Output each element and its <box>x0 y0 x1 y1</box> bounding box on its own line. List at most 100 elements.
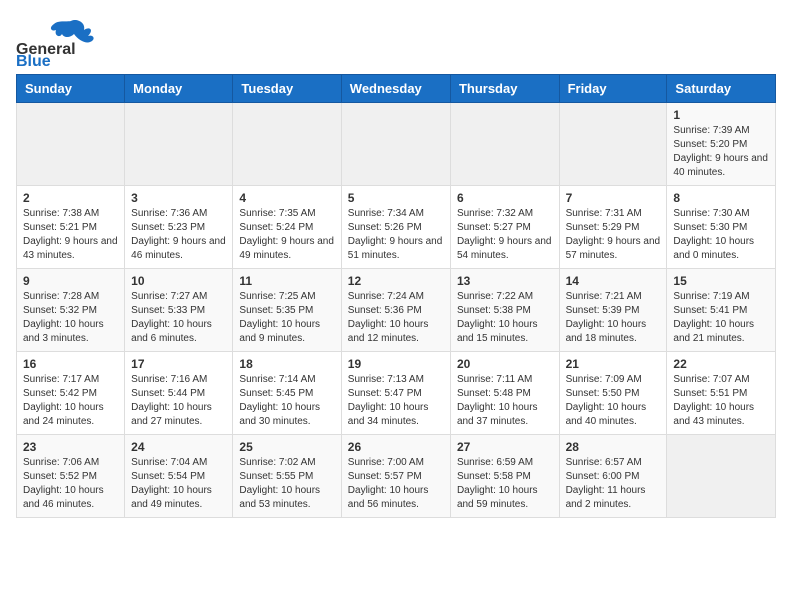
day-info: Sunrise: 7:02 AM Sunset: 5:55 PM Dayligh… <box>239 456 334 512</box>
calendar-day-cell <box>559 103 667 186</box>
day-number: 11 <box>239 274 334 288</box>
calendar-day-cell: 28 Sunrise: 6:57 AM Sunset: 6:00 PM Dayli… <box>559 435 667 518</box>
day-info: Sunrise: 7:27 AM Sunset: 5:33 PM Dayligh… <box>131 290 226 346</box>
day-number: 23 <box>23 440 118 454</box>
day-number: 28 <box>566 440 661 454</box>
calendar-day-cell: 7 Sunrise: 7:31 AM Sunset: 5:29 PM Daylig… <box>559 186 667 269</box>
day-number: 15 <box>673 274 769 288</box>
day-info: Sunrise: 7:06 AM Sunset: 5:52 PM Dayligh… <box>23 456 118 512</box>
day-number: 18 <box>239 357 334 371</box>
calendar-day-cell: 4 Sunrise: 7:35 AM Sunset: 5:24 PM Daylig… <box>233 186 341 269</box>
calendar-week-row: 9 Sunrise: 7:28 AM Sunset: 5:32 PM Daylig… <box>17 269 776 352</box>
logo-icon: GeneralBlue <box>16 16 96 66</box>
calendar-day-cell: 12 Sunrise: 7:24 AM Sunset: 5:36 PM Dayli… <box>341 269 450 352</box>
day-info: Sunrise: 7:38 AM Sunset: 5:21 PM Dayligh… <box>23 207 118 263</box>
day-info: Sunrise: 7:34 AM Sunset: 5:26 PM Dayligh… <box>348 207 444 263</box>
day-info: Sunrise: 7:24 AM Sunset: 5:36 PM Dayligh… <box>348 290 444 346</box>
day-number: 16 <box>23 357 118 371</box>
calendar-day-cell: 21Sunrise: 7:09 AM Sunset: 5:50 PM Dayli… <box>559 352 667 435</box>
calendar-day-cell: 15 Sunrise: 7:19 AM Sunset: 5:41 PM Dayli… <box>667 269 776 352</box>
calendar-day-cell <box>233 103 341 186</box>
weekday-header-thursday: Thursday <box>450 75 559 103</box>
day-number: 1 <box>673 108 769 122</box>
calendar-day-cell: 10 Sunrise: 7:27 AM Sunset: 5:33 PM Dayli… <box>125 269 233 352</box>
day-number: 13 <box>457 274 553 288</box>
calendar-day-cell: 5 Sunrise: 7:34 AM Sunset: 5:26 PM Daylig… <box>341 186 450 269</box>
weekday-header-sunday: Sunday <box>17 75 125 103</box>
calendar-day-cell: 14 Sunrise: 7:21 AM Sunset: 5:39 PM Dayli… <box>559 269 667 352</box>
day-number: 8 <box>673 191 769 205</box>
calendar-day-cell: 22Sunrise: 7:07 AM Sunset: 5:51 PM Dayli… <box>667 352 776 435</box>
day-info: Sunrise: 7:04 AM Sunset: 5:54 PM Dayligh… <box>131 456 226 512</box>
day-info: Sunrise: 7:39 AM Sunset: 5:20 PM Dayligh… <box>673 124 769 180</box>
day-number: 27 <box>457 440 553 454</box>
day-number: 10 <box>131 274 226 288</box>
day-info: Sunrise: 7:19 AM Sunset: 5:41 PM Dayligh… <box>673 290 769 346</box>
calendar-week-row: 2 Sunrise: 7:38 AM Sunset: 5:21 PM Daylig… <box>17 186 776 269</box>
calendar-day-cell <box>17 103 125 186</box>
calendar-day-cell <box>125 103 233 186</box>
calendar-day-cell: 25 Sunrise: 7:02 AM Sunset: 5:55 PM Dayli… <box>233 435 341 518</box>
day-info: Sunrise: 7:32 AM Sunset: 5:27 PM Dayligh… <box>457 207 553 263</box>
calendar-day-cell: 20Sunrise: 7:11 AM Sunset: 5:48 PM Dayli… <box>450 352 559 435</box>
calendar-day-cell: 13 Sunrise: 7:22 AM Sunset: 5:38 PM Dayli… <box>450 269 559 352</box>
day-number: 24 <box>131 440 226 454</box>
day-info: Sunrise: 7:30 AM Sunset: 5:30 PM Dayligh… <box>673 207 769 263</box>
day-info: Sunrise: 7:14 AM Sunset: 5:45 PM Dayligh… <box>239 373 334 429</box>
day-info: Sunrise: 7:21 AM Sunset: 5:39 PM Dayligh… <box>566 290 661 346</box>
calendar-day-cell: 17 Sunrise: 7:16 AM Sunset: 5:44 PM Dayli… <box>125 352 233 435</box>
calendar-day-cell: 2 Sunrise: 7:38 AM Sunset: 5:21 PM Daylig… <box>17 186 125 269</box>
day-info: Sunrise: 7:28 AM Sunset: 5:32 PM Dayligh… <box>23 290 118 346</box>
calendar-day-cell <box>667 435 776 518</box>
calendar-week-row: 16 Sunrise: 7:17 AM Sunset: 5:42 PM Dayli… <box>17 352 776 435</box>
day-info: Sunrise: 7:25 AM Sunset: 5:35 PM Dayligh… <box>239 290 334 346</box>
day-info: Sunrise: 7:31 AM Sunset: 5:29 PM Dayligh… <box>566 207 661 263</box>
day-info: Sunrise: 7:13 AM Sunset: 5:47 PM Dayligh… <box>348 373 444 429</box>
day-number: 21 <box>566 357 661 371</box>
day-number: 4 <box>239 191 334 205</box>
weekday-header-monday: Monday <box>125 75 233 103</box>
calendar-day-cell: 24 Sunrise: 7:04 AM Sunset: 5:54 PM Dayli… <box>125 435 233 518</box>
calendar-week-row: 1 Sunrise: 7:39 AM Sunset: 5:20 PM Daylig… <box>17 103 776 186</box>
day-info: Sunrise: 7:17 AM Sunset: 5:42 PM Dayligh… <box>23 373 118 429</box>
day-number: 6 <box>457 191 553 205</box>
svg-text:Blue: Blue <box>16 53 51 66</box>
day-info: Sunrise: 7:35 AM Sunset: 5:24 PM Dayligh… <box>239 207 334 263</box>
calendar-table: SundayMondayTuesdayWednesdayThursdayFrid… <box>16 74 776 518</box>
calendar-day-cell <box>450 103 559 186</box>
day-info: Sunrise: 7:16 AM Sunset: 5:44 PM Dayligh… <box>131 373 226 429</box>
header: GeneralBlue <box>16 16 776 66</box>
weekday-header-friday: Friday <box>559 75 667 103</box>
weekday-header-tuesday: Tuesday <box>233 75 341 103</box>
calendar-day-cell: 26Sunrise: 7:00 AM Sunset: 5:57 PM Dayli… <box>341 435 450 518</box>
day-number: 9 <box>23 274 118 288</box>
weekday-header-saturday: Saturday <box>667 75 776 103</box>
day-number: 5 <box>348 191 444 205</box>
day-number: 12 <box>348 274 444 288</box>
day-info: Sunrise: 7:22 AM Sunset: 5:38 PM Dayligh… <box>457 290 553 346</box>
calendar-day-cell: 18 Sunrise: 7:14 AM Sunset: 5:45 PM Dayli… <box>233 352 341 435</box>
day-number: 14 <box>566 274 661 288</box>
day-number: 7 <box>566 191 661 205</box>
day-info: Sunrise: 7:11 AM Sunset: 5:48 PM Dayligh… <box>457 373 553 429</box>
calendar-day-cell: 8 Sunrise: 7:30 AM Sunset: 5:30 PM Daylig… <box>667 186 776 269</box>
day-info: Sunrise: 6:59 AM Sunset: 5:58 PM Dayligh… <box>457 456 553 512</box>
calendar-day-cell: 6 Sunrise: 7:32 AM Sunset: 5:27 PM Daylig… <box>450 186 559 269</box>
day-number: 2 <box>23 191 118 205</box>
calendar-day-cell: 3Sunrise: 7:36 AM Sunset: 5:23 PM Daylig… <box>125 186 233 269</box>
calendar-day-cell: 1 Sunrise: 7:39 AM Sunset: 5:20 PM Daylig… <box>667 103 776 186</box>
day-number: 3 <box>131 191 226 205</box>
day-info: Sunrise: 6:57 AM Sunset: 6:00 PM Dayligh… <box>566 456 661 512</box>
calendar-day-cell: 11 Sunrise: 7:25 AM Sunset: 5:35 PM Dayli… <box>233 269 341 352</box>
calendar-day-cell: 16 Sunrise: 7:17 AM Sunset: 5:42 PM Dayli… <box>17 352 125 435</box>
logo: GeneralBlue <box>16 16 96 66</box>
calendar-header-row: SundayMondayTuesdayWednesdayThursdayFrid… <box>17 75 776 103</box>
calendar-day-cell <box>341 103 450 186</box>
day-info: Sunrise: 7:07 AM Sunset: 5:51 PM Dayligh… <box>673 373 769 429</box>
calendar-day-cell: 27 Sunrise: 6:59 AM Sunset: 5:58 PM Dayli… <box>450 435 559 518</box>
weekday-header-wednesday: Wednesday <box>341 75 450 103</box>
day-number: 25 <box>239 440 334 454</box>
calendar-day-cell: 19Sunrise: 7:13 AM Sunset: 5:47 PM Dayli… <box>341 352 450 435</box>
day-number: 17 <box>131 357 226 371</box>
calendar-day-cell: 23 Sunrise: 7:06 AM Sunset: 5:52 PM Dayli… <box>17 435 125 518</box>
